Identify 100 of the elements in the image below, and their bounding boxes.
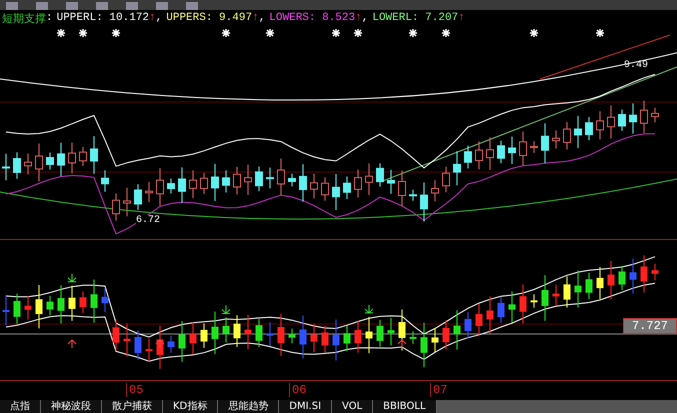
star-icon <box>78 28 88 38</box>
candlestick <box>112 192 120 222</box>
candlestick <box>486 296 494 334</box>
candlestick <box>178 320 186 362</box>
toolbar-icon[interactable] <box>126 2 138 10</box>
candlestick <box>146 338 152 362</box>
candlestick <box>2 294 10 326</box>
candlestick <box>124 323 130 357</box>
candlestick <box>168 335 174 354</box>
down-arrow-icon <box>222 305 230 314</box>
candlestick <box>508 290 516 324</box>
candlestick <box>90 136 98 174</box>
candlestick <box>618 109 626 132</box>
candlestick <box>420 182 428 222</box>
candlestick <box>101 170 109 192</box>
price-tag: 7.727 <box>622 318 677 334</box>
separator: , <box>258 12 266 24</box>
up-arrow-icon <box>156 339 164 349</box>
candlestick <box>454 310 460 350</box>
candlestick <box>388 318 394 346</box>
price-label: 9.49 <box>624 60 648 72</box>
candlestick <box>2 153 10 181</box>
toolbar-icon[interactable] <box>186 2 198 10</box>
candlestick <box>530 294 538 308</box>
candlestick <box>596 266 604 300</box>
candlestick <box>464 145 472 169</box>
candlestick <box>366 316 372 354</box>
candlestick <box>607 104 615 140</box>
candlestick <box>134 330 142 360</box>
candlestick <box>90 279 98 324</box>
star-icon <box>111 28 121 38</box>
indicator-tab[interactable]: 点指 <box>0 400 41 413</box>
candlestick <box>288 173 296 188</box>
candlestick <box>596 110 604 140</box>
candlestick <box>343 176 351 200</box>
indicator-tab[interactable]: DMI.SI <box>279 400 332 413</box>
toolbar-icon[interactable] <box>66 2 78 10</box>
separator: , <box>156 12 164 24</box>
up-arrow-icon <box>398 339 406 349</box>
candlestick <box>156 168 164 206</box>
toolbar-icon[interactable] <box>36 2 48 10</box>
star-icon <box>331 28 341 38</box>
candlestick <box>442 166 450 193</box>
price-label: 6.72 <box>136 215 160 226</box>
candlestick <box>476 304 482 337</box>
candlestick <box>200 172 208 195</box>
candlestick <box>387 169 395 194</box>
candlestick <box>36 284 42 329</box>
candlestick <box>134 184 142 210</box>
indicator-tab[interactable]: KD指标 <box>163 400 218 413</box>
candlestick <box>564 276 570 308</box>
indicator-tab[interactable]: 散户捕获 <box>102 400 163 413</box>
toolbar-icon[interactable] <box>156 2 168 10</box>
candlestick <box>640 255 648 294</box>
star-icon <box>353 28 363 38</box>
candlestick <box>344 325 350 352</box>
candlestick <box>233 166 241 196</box>
up-arrow: ↑ <box>252 12 259 24</box>
candlestick <box>278 313 284 357</box>
candlestick <box>321 176 329 202</box>
candlestick <box>432 327 438 353</box>
candlestick <box>46 152 54 170</box>
candlestick <box>498 296 504 324</box>
candlestick <box>541 122 549 164</box>
candlestick <box>189 170 197 199</box>
candlestick <box>409 189 417 202</box>
star-icon <box>441 28 451 38</box>
candlestick <box>574 270 582 308</box>
candlestick <box>585 116 593 141</box>
indicator-tab[interactable]: VOL <box>332 400 374 413</box>
candlestick <box>58 284 64 324</box>
candlestick <box>552 284 560 306</box>
candlestick <box>410 330 416 344</box>
candlestick <box>300 315 306 360</box>
candlestick <box>332 319 340 362</box>
indicator-value: UPPERS: 9.497 <box>166 12 252 24</box>
candlestick <box>486 136 494 171</box>
up-arrow: ↑ <box>458 12 465 24</box>
candlestick <box>420 322 428 368</box>
candlestick <box>376 162 384 188</box>
candlestick <box>145 181 153 203</box>
formula-title: 短期支撑 <box>2 10 46 26</box>
star-icon <box>408 28 418 38</box>
candlestick <box>354 169 362 198</box>
toolbar-icon[interactable] <box>6 2 18 10</box>
indicator-tab[interactable]: 思能趋势 <box>218 400 280 413</box>
candlestick <box>322 325 328 353</box>
candlestick <box>14 293 20 325</box>
candlestick <box>431 180 439 202</box>
candlestick <box>24 295 32 320</box>
indicator-tab[interactable]: BBIBOLL <box>373 400 437 413</box>
month-label: 06 <box>289 383 306 398</box>
toolbar-icon[interactable] <box>96 2 108 10</box>
candlestick <box>442 320 450 350</box>
indicator-tab[interactable]: 神秘波段 <box>41 400 102 413</box>
candlestick <box>629 102 637 134</box>
candlestick <box>211 163 219 202</box>
indicator-value: UPPERL: 10.172 <box>56 12 150 24</box>
candlestick <box>102 287 108 313</box>
candlestick <box>519 131 527 166</box>
